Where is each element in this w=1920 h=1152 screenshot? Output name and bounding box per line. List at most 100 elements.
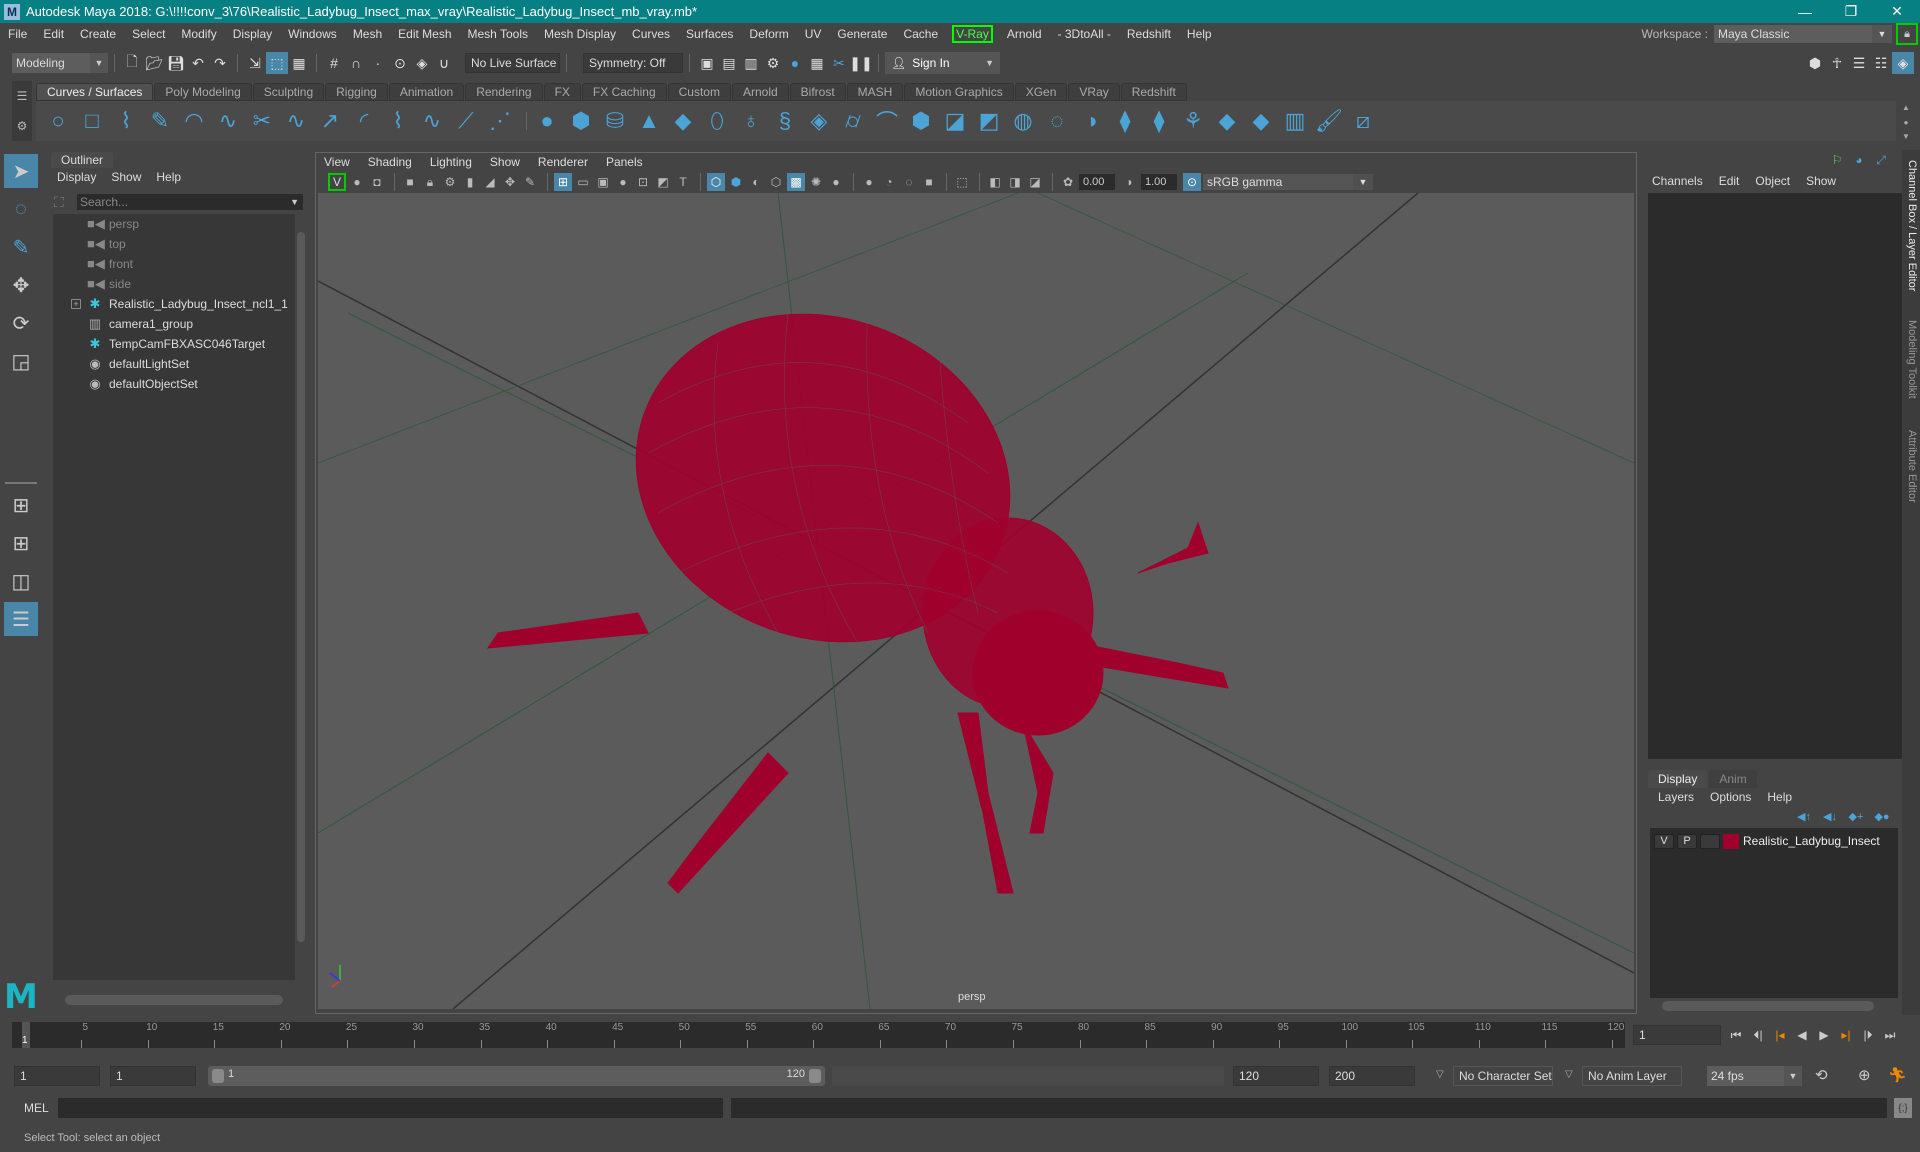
gate-mask-icon[interactable]: ● [614,173,632,191]
outliner-item[interactable]: ■◀︎ front [53,254,295,274]
menu-mesh-display[interactable]: Mesh Display [536,27,624,41]
modeling-toolkit-toggle-icon[interactable]: ⬢ [1804,52,1826,74]
layer-display-type-toggle[interactable] [1700,833,1720,849]
snap-view-plane-icon[interactable]: ◈ [411,52,433,74]
menu-help[interactable]: Help [1179,27,1220,41]
channel-box-toggle-icon[interactable]: ◈ [1892,52,1914,74]
extrude-icon[interactable]: ⌭ [839,107,867,135]
render-view-icon[interactable]: ▦ [806,52,828,74]
shelf-tab-animation[interactable]: Animation [388,83,465,101]
character-controls-icon[interactable]: ☥ [1826,52,1848,74]
menu-uv[interactable]: UV [797,27,830,41]
outliner-item[interactable]: ■◀︎ top [53,234,295,254]
close-button[interactable]: ✕ [1874,0,1920,23]
menu-generate[interactable]: Generate [829,27,895,41]
anim-layer-dropdown[interactable]: No Anim Layer [1582,1066,1682,1086]
gamma-icon[interactable]: ◗ [1121,173,1139,191]
detach-surfaces-icon[interactable]: ⚘ [1179,107,1207,135]
image-plane-icon[interactable]: ◢ [481,173,499,191]
command-language-label[interactable]: MEL [24,1101,49,1115]
resolution-gate-icon[interactable]: ▣ [594,173,612,191]
shelf-tab-fx[interactable]: FX [543,83,581,101]
attach-surfaces-icon[interactable]: ⧫ [1145,107,1173,135]
side-tab-channel-box[interactable]: Channel Box / Layer Editor [1904,160,1918,291]
sign-in-button[interactable]: 👤︎ Sign In ▼ [885,52,1000,74]
bezier-curve-icon[interactable]: ∿ [214,107,242,135]
menu-edit[interactable]: Edit [35,27,72,41]
shelf-menu-icon[interactable]: ☰ [17,89,28,103]
camera-attributes-icon[interactable]: ⚙ [441,173,459,191]
nurbs-cube-icon[interactable]: ⬢ [567,107,595,135]
safe-title-icon[interactable]: T [674,173,692,191]
menu-vray[interactable]: V-Ray [952,25,993,43]
layer-help-menu[interactable]: Help [1767,790,1792,804]
playback-start-field[interactable]: 1 [110,1066,196,1086]
scroll-thumb[interactable] [65,995,283,1005]
viewport-menu-panels[interactable]: Panels [606,155,643,169]
undo-icon[interactable]: ↶ [187,52,209,74]
channel-object-menu[interactable]: Object [1755,174,1790,188]
layer-playback-toggle[interactable]: P [1677,833,1697,849]
rotate-tool-icon[interactable]: ⟳ [4,306,38,340]
ep-curve-tool-icon[interactable]: ⌇ [112,107,140,135]
scroll-down-icon[interactable]: ▼ [1902,132,1910,141]
backface-culling-icon[interactable]: ◪ [1026,173,1044,191]
use-default-material-icon[interactable]: ◐ [747,173,765,191]
play-forwards-icon[interactable]: ▶ [1813,1025,1835,1045]
bookmark-icon[interactable]: ▮ [461,173,479,191]
outliner-item[interactable]: ◉ defaultObjectSet [53,374,295,394]
menu-modify[interactable]: Modify [173,27,224,41]
menu-mesh[interactable]: Mesh [345,27,390,41]
safe-action-icon[interactable]: ◩ [654,173,672,191]
snap-point-icon[interactable]: ∙ [367,52,389,74]
hypershade-icon[interactable]: ● [784,52,806,74]
range-start-handle[interactable] [212,1069,224,1083]
side-tab-attribute-editor[interactable]: Attribute Editor [1904,430,1918,503]
move-layer-up-icon[interactable]: ◀↑ [1794,810,1814,823]
cut-curve-icon[interactable]: ✂ [248,107,276,135]
snap-grid-icon[interactable]: # [323,52,345,74]
outliner-item[interactable]: ▥ camera1_group [53,314,295,334]
channel-show-menu[interactable]: Show [1806,174,1836,188]
nurbs-square-icon[interactable]: □ [78,107,106,135]
xray-icon[interactable]: ▩ [787,173,805,191]
offset-curve-icon[interactable]: ◜ [350,107,378,135]
chevron-down-icon[interactable]: ▼ [290,197,299,207]
menu-file[interactable]: File [0,27,35,41]
layer-tab-anim[interactable]: Anim [1709,770,1757,788]
layer-options-menu[interactable]: Options [1710,790,1751,804]
shelf-tab-curves-surfaces[interactable]: Curves / Surfaces [36,83,154,101]
viewport-menu-renderer[interactable]: Renderer [538,155,588,169]
new-scene-icon[interactable]: 🗋 [121,52,143,74]
move-layer-down-icon[interactable]: ◀↓ [1820,810,1840,823]
outliner-vertical-scrollbar[interactable] [297,214,305,980]
menu-curves[interactable]: Curves [624,27,678,41]
select-hierarchy-icon[interactable]: ⇲ [244,52,266,74]
shelf-tab-fx-caching[interactable]: FX Caching [581,83,667,101]
motion-blur-icon[interactable]: ◔ [880,173,898,191]
single-perspective-view-icon[interactable]: ⊞ [4,488,38,522]
menu-3dtoall[interactable]: - 3DtoAll - [1050,27,1119,41]
nurbs-plane-icon[interactable]: ◆ [669,107,697,135]
layer-visibility-toggle[interactable]: V [1654,833,1674,849]
scale-tool-icon[interactable]: ◲ [4,344,38,378]
select-component-icon[interactable]: ▦ [288,52,310,74]
nurbs-cylinder-icon[interactable]: ⛁ [601,107,629,135]
render-sequence-icon[interactable]: ▤ [718,52,740,74]
expand-icon[interactable]: + [71,299,81,309]
grid-icon[interactable]: ⊞ [554,173,572,191]
outliner-menu-display[interactable]: Display [57,170,96,184]
xray-joints-icon[interactable]: ◧ [986,173,1004,191]
project-curve-icon[interactable]: ◌ [1043,107,1071,135]
planar-icon[interactable]: ◈ [805,107,833,135]
outliner-layout-icon[interactable]: ☰ [4,602,38,636]
birail-icon[interactable]: ⌒ [873,107,901,135]
auto-key-icon[interactable]: ⊕ [1858,1066,1871,1084]
menu-select[interactable]: Select [124,27,173,41]
move-tool-icon[interactable]: ✥ [4,268,38,302]
new-layer-selected-icon[interactable]: ◆● [1872,810,1892,823]
shelf-tab-motion-graphics[interactable]: Motion Graphics [904,83,1014,101]
step-back-frame-icon[interactable]: |◂ [1769,1025,1791,1045]
loop-icon[interactable]: ⟲ [1815,1066,1828,1084]
shelf-tab-sculpting[interactable]: Sculpting [252,83,325,101]
